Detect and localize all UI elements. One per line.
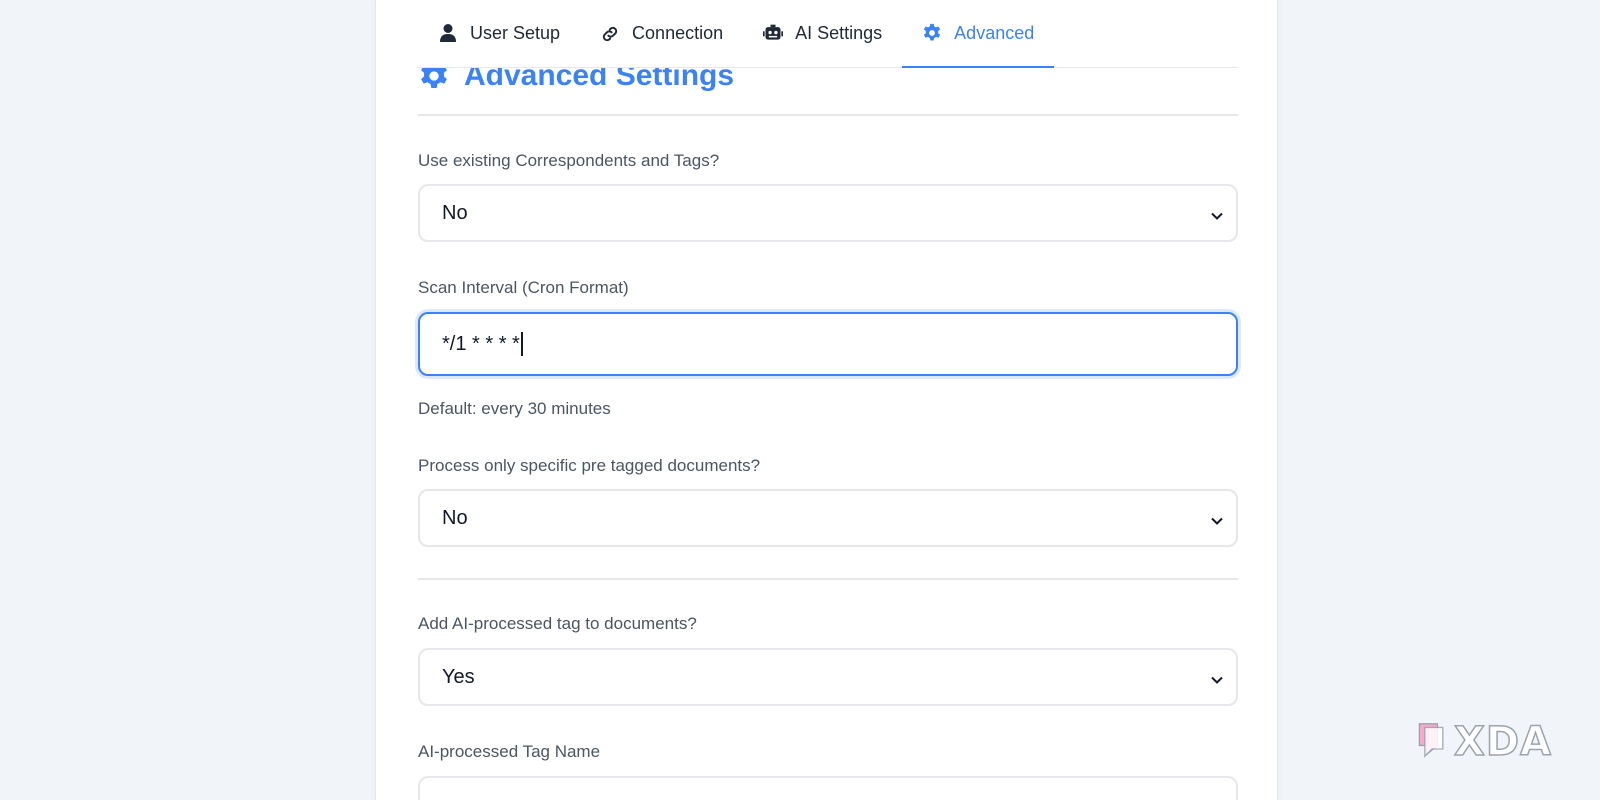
pre-tagged-select[interactable]: No [418, 489, 1238, 547]
xda-logo-icon [1414, 718, 1450, 767]
link-icon [600, 23, 620, 43]
chevron-down-icon [1210, 206, 1224, 220]
add-tag-select[interactable]: Yes [418, 648, 1238, 706]
tab-user-setup[interactable]: User Setup [418, 0, 580, 67]
chevron-down-icon [1210, 511, 1224, 525]
tab-connection-label: Connection [632, 22, 724, 43]
gear-icon [922, 23, 942, 43]
watermark-text: XDA [1453, 718, 1552, 766]
scan-interval-input[interactable]: */1 * * * * [418, 312, 1238, 376]
tab-user-setup-label: User Setup [470, 22, 561, 43]
settings-content: User Setup Connection AI Settings Advanc… [418, 0, 1238, 800]
use-existing-value: No [442, 201, 468, 224]
tab-advanced-label: Advanced [954, 22, 1035, 43]
scan-interval-hint: Default: every 30 minutes [418, 399, 611, 418]
settings-card: User Setup Connection AI Settings Advanc… [375, 0, 1278, 800]
robot-icon [763, 23, 784, 43]
pre-tagged-value: No [442, 506, 468, 529]
tab-bar: User Setup Connection AI Settings Advanc… [418, 0, 1238, 68]
tab-advanced[interactable]: Advanced [902, 0, 1055, 68]
scan-interval-value: */1 * * * * [442, 332, 520, 355]
text-caret [520, 332, 523, 356]
chevron-down-icon [1210, 670, 1224, 684]
tag-name-input[interactable] [418, 776, 1238, 800]
tag-name-label: AI-processed Tag Name [418, 742, 601, 761]
tab-ai-settings[interactable]: AI Settings [743, 0, 902, 67]
use-existing-select[interactable]: No [418, 184, 1238, 242]
xda-watermark: XDA [1414, 718, 1566, 766]
add-tag-label: Add AI-processed tag to documents? [418, 614, 697, 633]
scan-interval-label: Scan Interval (Cron Format) [418, 278, 629, 297]
use-existing-label: Use existing Correspondents and Tags? [418, 151, 720, 170]
pre-tagged-label: Process only specific pre tagged documen… [418, 456, 761, 475]
section-divider [418, 578, 1238, 580]
tab-ai-settings-label: AI Settings [795, 22, 883, 43]
add-tag-value: Yes [442, 665, 475, 688]
user-icon [438, 23, 458, 43]
tab-connection[interactable]: Connection [580, 0, 743, 67]
